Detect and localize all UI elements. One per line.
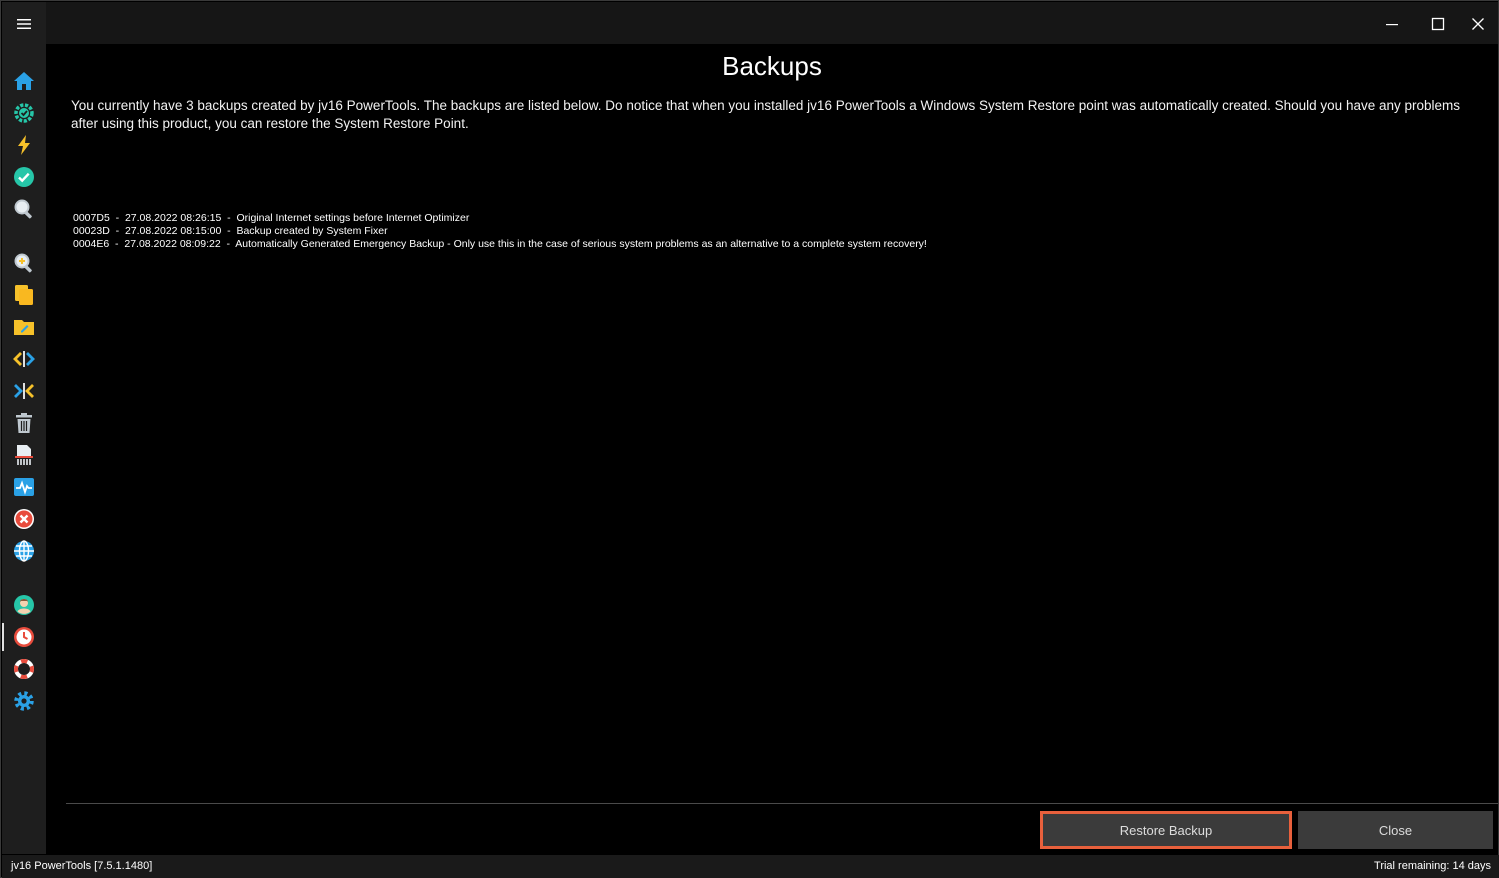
checkmark-icon[interactable]	[12, 165, 36, 189]
optimizer-bolt-icon[interactable]	[12, 133, 36, 157]
globe-icon[interactable]	[12, 539, 36, 563]
backups-clock-icon[interactable]	[12, 625, 36, 649]
search-icon[interactable]	[12, 197, 36, 221]
maximize-icon[interactable]	[1420, 8, 1456, 40]
file-copy-icon[interactable]	[12, 283, 36, 307]
folder-edit-icon[interactable]	[12, 315, 36, 339]
error-icon[interactable]	[12, 507, 36, 531]
backup-list-item[interactable]: 0007D5 - 27.08.2022 08:26:15 - Original …	[73, 212, 1373, 225]
close-window-icon[interactable]	[1460, 8, 1496, 40]
status-bar: jv16 PowerTools [7.5.1.1480] Trial remai…	[2, 855, 1499, 878]
trash-icon[interactable]	[12, 411, 36, 435]
active-nav-indicator	[2, 623, 4, 651]
zoom-in-icon[interactable]	[12, 251, 36, 275]
sidebar	[2, 2, 46, 854]
system-fixer-icon[interactable]	[12, 101, 36, 125]
backup-list-item[interactable]: 0004E6 - 27.08.2022 08:09:22 - Automatic…	[73, 238, 1373, 251]
backup-list-item[interactable]: 00023D - 27.08.2022 08:15:00 - Backup cr…	[73, 225, 1373, 238]
settings-gear-icon[interactable]	[12, 689, 36, 713]
backup-list: 0007D5 - 27.08.2022 08:26:15 - Original …	[73, 212, 1373, 251]
restore-backup-button[interactable]: Restore Backup	[1040, 811, 1292, 849]
page-title: Backups	[722, 51, 822, 81]
user-avatar-icon[interactable]	[12, 593, 36, 617]
close-button[interactable]: Close	[1298, 811, 1493, 849]
hamburger-menu-icon[interactable]	[12, 12, 36, 36]
file-shredder-icon[interactable]	[12, 443, 36, 467]
help-lifebuoy-icon[interactable]	[12, 657, 36, 681]
intro-text: You currently have 3 backups created by …	[71, 98, 1461, 131]
footer-divider	[66, 803, 1498, 804]
merge-icon[interactable]	[12, 379, 36, 403]
minimize-icon[interactable]	[1374, 8, 1410, 40]
home-icon[interactable]	[12, 69, 36, 93]
activity-monitor-icon[interactable]	[12, 475, 36, 499]
app-window: Backups You currently have 3 backups cre…	[0, 0, 1499, 878]
title-bar	[46, 2, 1498, 44]
code-icon[interactable]	[12, 347, 36, 371]
app-version-label: jv16 PowerTools [7.5.1.1480]	[11, 860, 153, 872]
trial-remaining-label: Trial remaining: 14 days	[1374, 860, 1491, 872]
